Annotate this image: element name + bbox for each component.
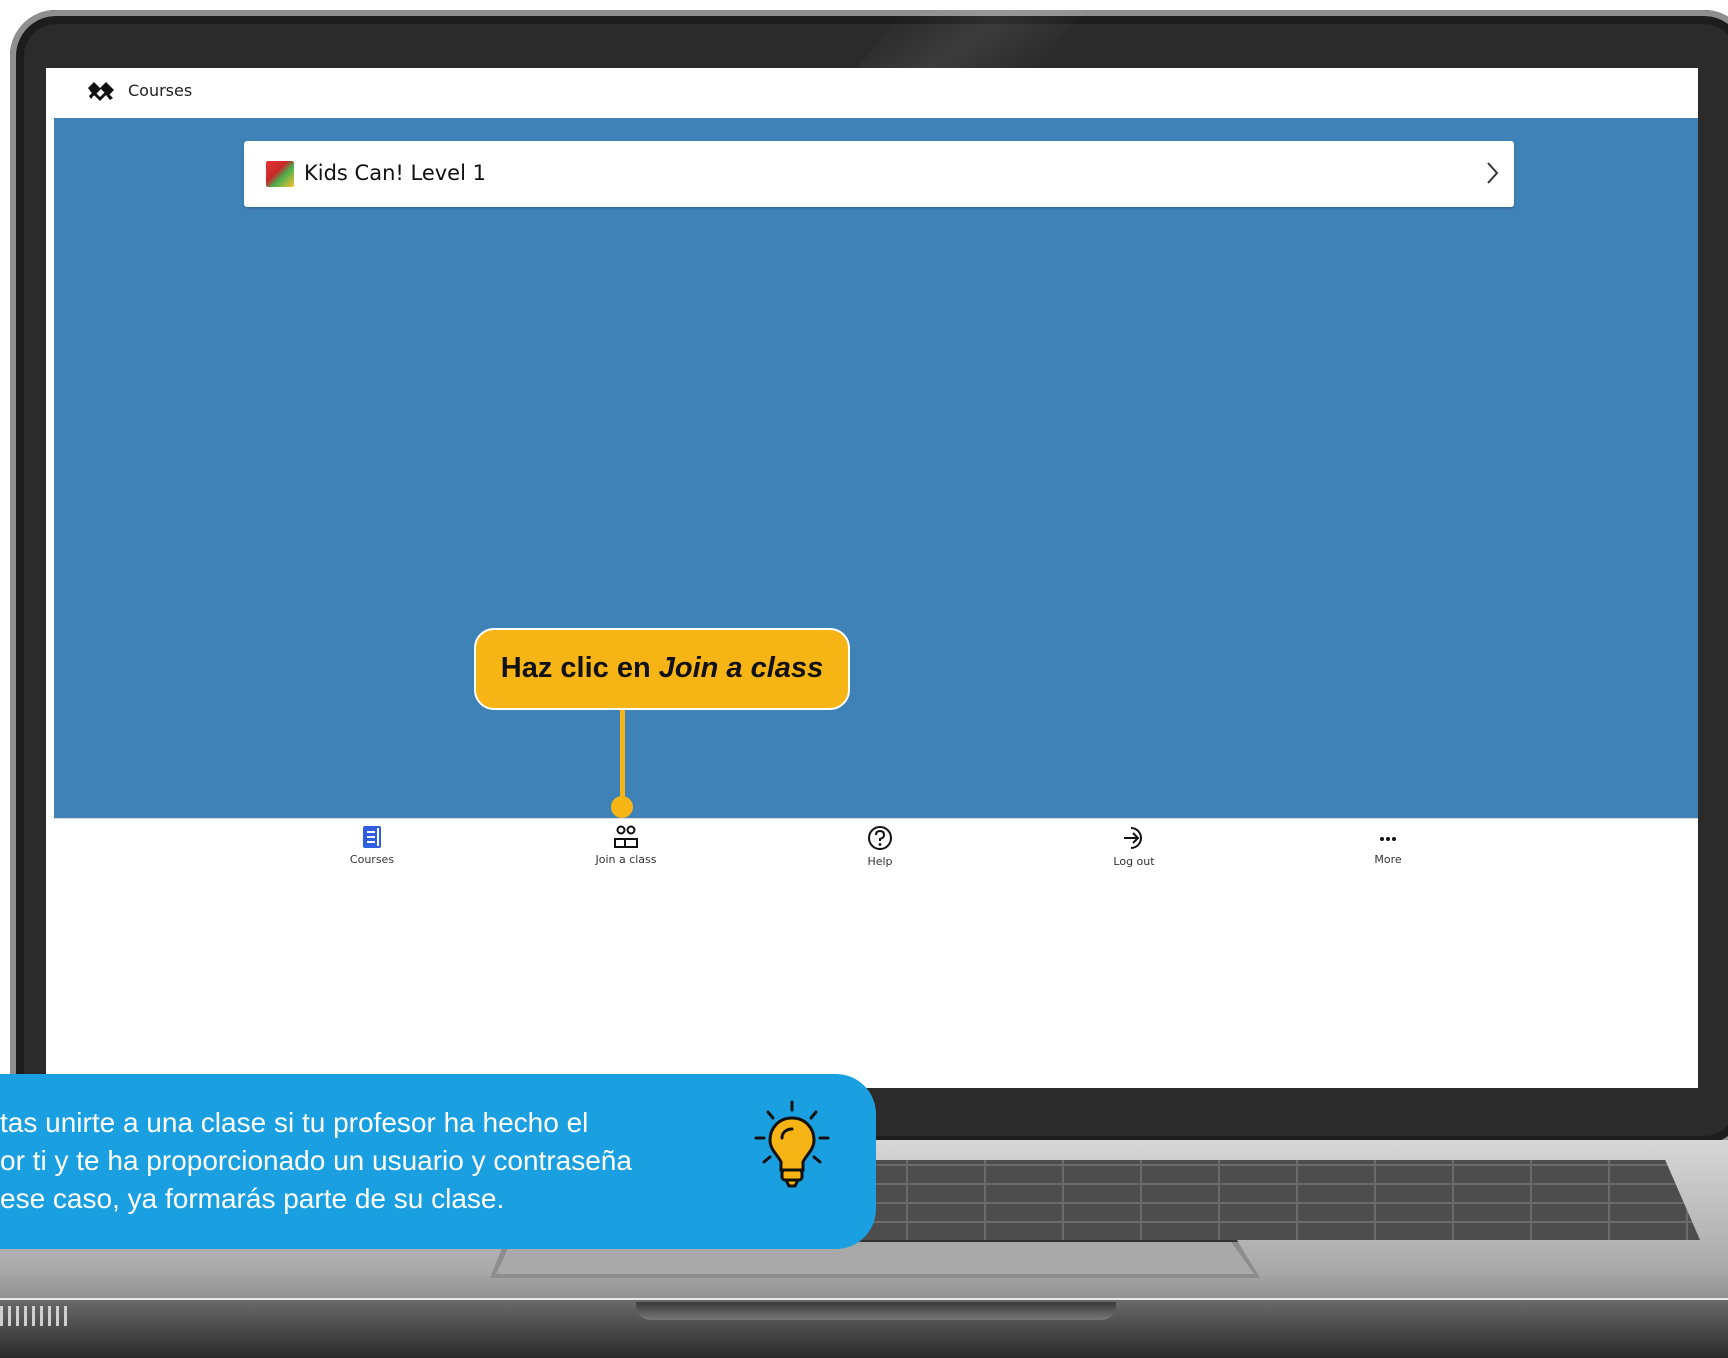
vents [0,1306,70,1326]
nav-item-help[interactable]: Help [820,825,940,879]
callout-pointer-line [620,710,625,802]
tip-text: tas unirte a una clase si tu profesor ha… [0,1107,632,1214]
lightbulb-icon [754,1100,830,1188]
callout-bubble: Haz clic en Join a class [474,628,850,710]
nav-item-courses[interactable]: Courses [312,825,432,879]
nav-label-log-out: Log out [1113,855,1155,868]
hinge-notch [636,1302,1116,1320]
nav-item-join-a-class[interactable]: Join a class [566,825,686,879]
course-card[interactable]: Kids Can! Level 1 [244,141,1514,207]
app-header: Courses [46,68,1698,118]
bottom-nav: Courses Join a class Help Log out More [54,818,1698,883]
chevron-right-icon[interactable] [1482,159,1502,187]
callout-emphasis: Join a class [658,652,824,684]
nav-label-more: More [1374,853,1402,866]
tip-panel: tas unirte a una clase si tu profesor ha… [0,1074,876,1249]
keyboard-keys [830,1160,1700,1240]
more-icon [1380,837,1396,841]
nav-item-more[interactable]: More [1328,825,1448,879]
nav-item-log-out[interactable]: Log out [1074,825,1194,879]
callout-pointer-dot [611,796,633,818]
callout-prefix: Haz clic en [500,652,659,684]
people-icon [614,825,638,848]
help-icon [868,826,892,850]
book-icon [363,826,381,848]
logo-icon [88,82,114,101]
callout-text: Haz clic en Join a class [476,652,848,685]
course-list-area: Kids Can! Level 1 [54,118,1698,818]
nav-label-join-a-class: Join a class [595,853,657,866]
nav-label-help: Help [867,855,893,868]
screen: Courses Kids Can! Level 1 Courses Join a… [46,68,1698,1088]
logout-icon [1124,827,1142,849]
course-title: Kids Can! Level 1 [304,161,486,185]
course-thumbnail [266,161,294,187]
page-title: Courses [128,81,193,100]
nav-label-courses: Courses [349,853,395,866]
